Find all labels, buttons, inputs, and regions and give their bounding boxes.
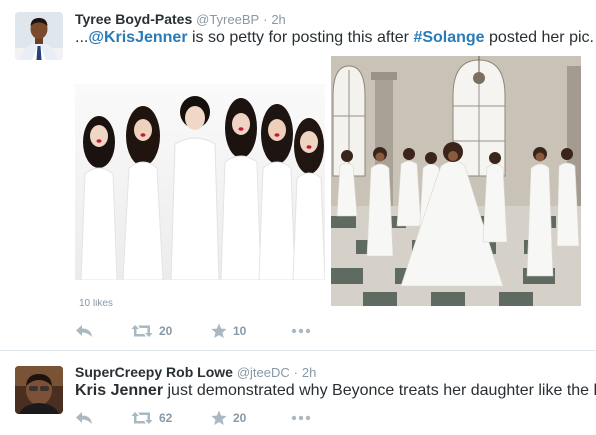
timeline: Tyree Boyd-Pates @TyreeBP · 2h ...@KrisJ… [0,0,596,435]
more-button[interactable] [291,322,331,340]
favorite-button[interactable]: 10 [211,322,291,340]
author-fullname[interactable]: Tyree Boyd-Pates [75,11,192,27]
tweet-timestamp[interactable]: 2h [302,365,316,380]
tweet-header: SuperCreepy Rob Lowe @jteeDC · 2h [75,363,316,382]
retweet-count: 20 [159,324,173,338]
author-fullname[interactable]: SuperCreepy Rob Lowe [75,364,233,380]
avatar-image [15,12,63,60]
author-handle[interactable]: @TyreeBP [196,12,259,27]
tweet: SuperCreepy Rob Lowe @jteeDC · 2h Kris J… [0,350,596,435]
reply-button[interactable] [75,322,131,340]
avatar[interactable] [15,12,63,60]
group-photo-image [75,84,325,280]
hashtag-link[interactable]: #Solange [413,29,484,46]
media-photo-right[interactable] [331,56,581,306]
wedding-photo-image [331,56,581,306]
tweet-text: Kris Jenner just demonstrated why Beyonc… [75,381,596,401]
mention-link[interactable]: @KrisJenner [88,29,187,46]
retweet-icon [131,412,153,424]
favorite-count: 10 [233,324,247,338]
more-dots-icon [291,415,311,421]
tweet-actions: 62 20 [75,409,331,427]
separator-dot: · [263,12,268,27]
reply-button[interactable] [75,409,131,427]
more-button[interactable] [291,409,331,427]
tweet-timestamp[interactable]: 2h [271,12,285,27]
tweet-header: Tyree Boyd-Pates @TyreeBP · 2h [75,10,286,29]
text-lead: Kris Jenner [75,382,164,399]
media-photo-left[interactable] [75,84,325,280]
favorite-button[interactable]: 20 [211,409,291,427]
tweet: Tyree Boyd-Pates @TyreeBP · 2h ...@KrisJ… [0,0,596,350]
retweet-button[interactable]: 62 [131,409,211,427]
text-prefix: ... [75,29,89,46]
retweet-button[interactable]: 20 [131,322,211,340]
text-middle: is so petty for posting this after [187,29,414,46]
reply-icon [76,325,92,337]
author-handle[interactable]: @jteeDC [237,365,290,380]
media-caption-peek: 10 likes [79,299,113,307]
text-suffix: posted her pic. [484,29,594,46]
more-dots-icon [291,328,311,334]
avatar-image [15,366,63,414]
star-icon [211,410,227,425]
star-icon [211,323,227,338]
favorite-count: 20 [233,411,247,425]
tweet-actions: 20 10 [75,322,331,340]
tweet-text: ...@KrisJenner is so petty for posting t… [75,28,594,48]
avatar[interactable] [15,366,63,414]
retweet-count: 62 [159,411,173,425]
media-container: 10 likes [75,56,581,307]
reply-icon [76,412,92,424]
separator-dot: · [293,365,298,380]
text-rest: just demonstrated why Beyonce treats her… [163,382,596,399]
retweet-icon [131,325,153,337]
